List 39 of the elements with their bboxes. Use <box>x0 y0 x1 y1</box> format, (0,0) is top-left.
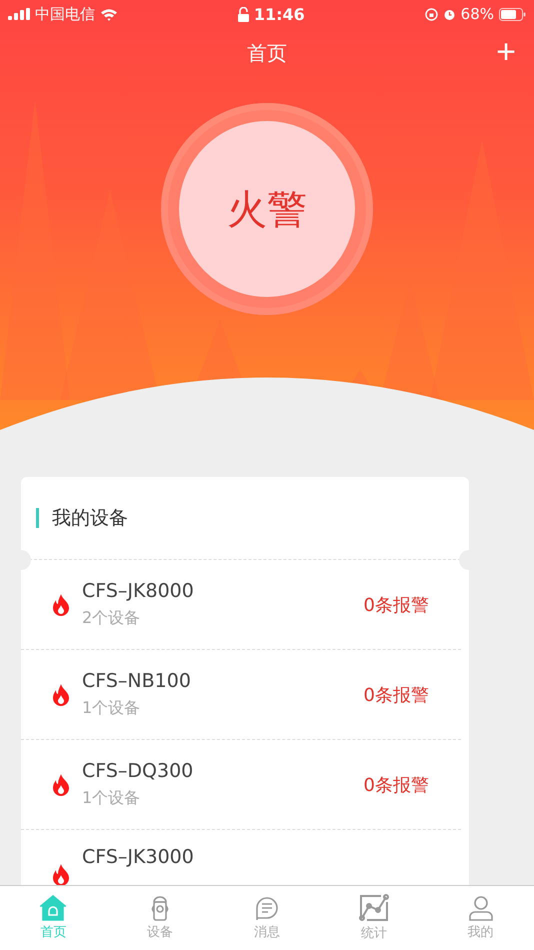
rotation-lock-icon <box>424 8 438 20</box>
battery-icon <box>499 8 526 20</box>
device-model: CFS–JK8000 <box>82 580 195 602</box>
device-count: 1个设备 <box>82 698 142 719</box>
tab-bar-item[interactable]: 消息 <box>214 886 320 950</box>
home-icon <box>40 895 66 921</box>
device-count: 2个设备 <box>82 608 142 629</box>
signal-icon <box>8 8 30 20</box>
tab-bar-item[interactable]: 首页 <box>0 886 107 950</box>
device-count: 1个设备 <box>82 788 142 809</box>
device-model: CFS–DQ300 <box>82 760 194 782</box>
flame-icon <box>52 684 70 706</box>
fire-alarm-button[interactable]: 火警 <box>179 121 355 297</box>
device-model: CFS–NB100 <box>82 670 192 692</box>
chart-icon <box>358 894 389 922</box>
battery-percent: 68% <box>460 5 494 23</box>
flame-icon <box>52 774 70 796</box>
lock-icon <box>238 6 249 22</box>
alarm-count: 0条报警 <box>364 594 429 616</box>
page-title: 首页 <box>247 40 287 66</box>
alarm-clock-icon <box>442 8 456 20</box>
section-title: 我的设备 <box>52 506 128 531</box>
user-icon <box>468 895 494 921</box>
device-model: CFS–JK3000 <box>82 846 195 868</box>
tab-bar-item[interactable]: 我的 <box>427 886 534 950</box>
wifi-icon <box>100 8 118 20</box>
alarm-count: 0条报警 <box>364 684 429 706</box>
tab-bar-item[interactable]: 统计 <box>320 886 428 950</box>
flame-icon <box>52 864 70 885</box>
message-icon <box>254 895 280 921</box>
alarm-count: 0条报警 <box>364 774 429 796</box>
device-row[interactable]: CFS–JK8000 2个设备 0条报警 <box>21 560 461 650</box>
device-row[interactable]: CFS–DQ300 1个设备 0条报警 <box>21 740 461 830</box>
flame-icon <box>52 594 70 616</box>
carrier-name: 中国电信 <box>35 4 95 24</box>
add-button[interactable]: + <box>492 32 520 72</box>
tab-bar-item[interactable]: 设备 <box>106 886 214 950</box>
clock-time: 11:46 <box>254 4 305 24</box>
device-row[interactable]: CFS–NB100 1个设备 0条报警 <box>21 650 461 740</box>
